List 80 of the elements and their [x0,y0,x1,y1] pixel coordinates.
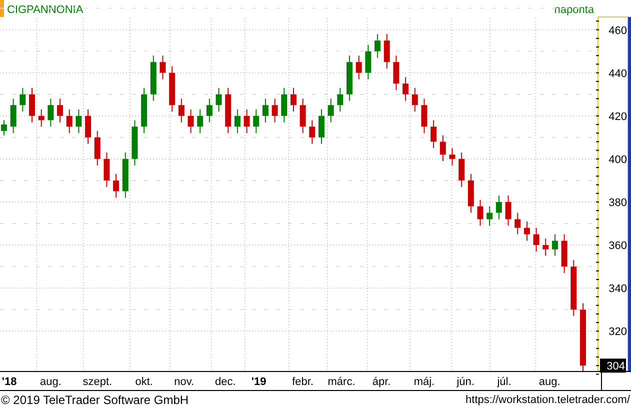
candlestick [188,108,194,134]
candlestick [262,98,268,123]
candlestick [113,174,120,198]
candlestick [244,108,250,134]
candlestick [542,238,549,256]
candlestick [104,152,110,188]
candlestick [29,87,36,123]
candlestick [402,76,409,102]
candlestick [178,98,184,123]
axis-label: 460 [608,24,627,37]
candlestick [365,44,372,80]
month-label: '19 [251,376,266,388]
month-label: nov. [174,376,194,388]
candlestick [38,108,44,128]
candlestick [290,87,296,112]
axis-label: 400 [608,154,627,166]
candlestick [533,227,540,252]
axis-label: 420 [608,110,627,123]
axis-label: 340 [608,283,627,296]
axis-label: 380 [608,197,627,209]
candlestick [10,98,16,134]
candlestick [94,130,100,166]
candlestick [309,120,316,144]
month-label: ápr. [372,376,391,388]
candlestick [356,55,362,80]
month-label: máj. [414,376,435,388]
candlestick [197,108,204,134]
candlestick [486,206,493,226]
candlestick [328,98,334,123]
website-link[interactable]: https://workstation.teletrader.com/ [466,394,630,406]
candlestick [384,34,390,70]
candlestick [449,148,456,166]
candlestick [160,55,166,80]
candlestick [458,152,465,188]
month-label: szept. [82,376,112,388]
candlestick [48,98,54,128]
candlestick [20,87,26,112]
candlestick [1,120,7,136]
interval-label: naponta [554,4,594,16]
title-marker [0,0,4,17]
candlestick [421,98,428,134]
candlestick [337,87,344,112]
candlestick [57,98,64,123]
candlestick [272,98,278,123]
candlestick [76,108,82,134]
month-label: aug. [538,376,560,388]
axis-label: 360 [608,240,627,252]
candlestick [234,108,240,134]
candlestick [66,108,72,134]
candlestick [393,55,400,91]
copyright-text: © 2019 TeleTrader Software GmbH [1,394,189,406]
month-label: febr. [292,376,314,388]
candlestick [374,34,381,58]
candlestick [206,98,212,123]
candlestick [253,108,260,134]
candlestick [85,108,92,144]
candlestick [477,199,484,226]
candlestick [430,120,437,149]
month-label: jún. [456,376,474,388]
candlestick [552,234,558,256]
candlestick [412,87,418,112]
candlestick [524,220,530,242]
candlestick [505,195,512,226]
month-label: '18 [2,376,17,388]
candlestick [216,87,222,112]
axis-label: 320 [608,326,627,338]
month-label: márc. [328,376,356,388]
month-label: okt. [135,376,153,388]
candlestick [514,212,521,235]
month-label: júl. [497,376,512,388]
axis-label: 440 [608,68,627,80]
candlestick [496,195,502,220]
candlestick [300,98,306,134]
month-label: aug. [40,376,62,388]
candlestick [440,134,446,162]
candlestick [318,108,325,144]
last-value-badge: 304 [600,358,626,373]
month-label: dec. [215,376,236,388]
candlestick [281,87,288,123]
instrument-title: CIGPANNONIA [7,4,84,16]
